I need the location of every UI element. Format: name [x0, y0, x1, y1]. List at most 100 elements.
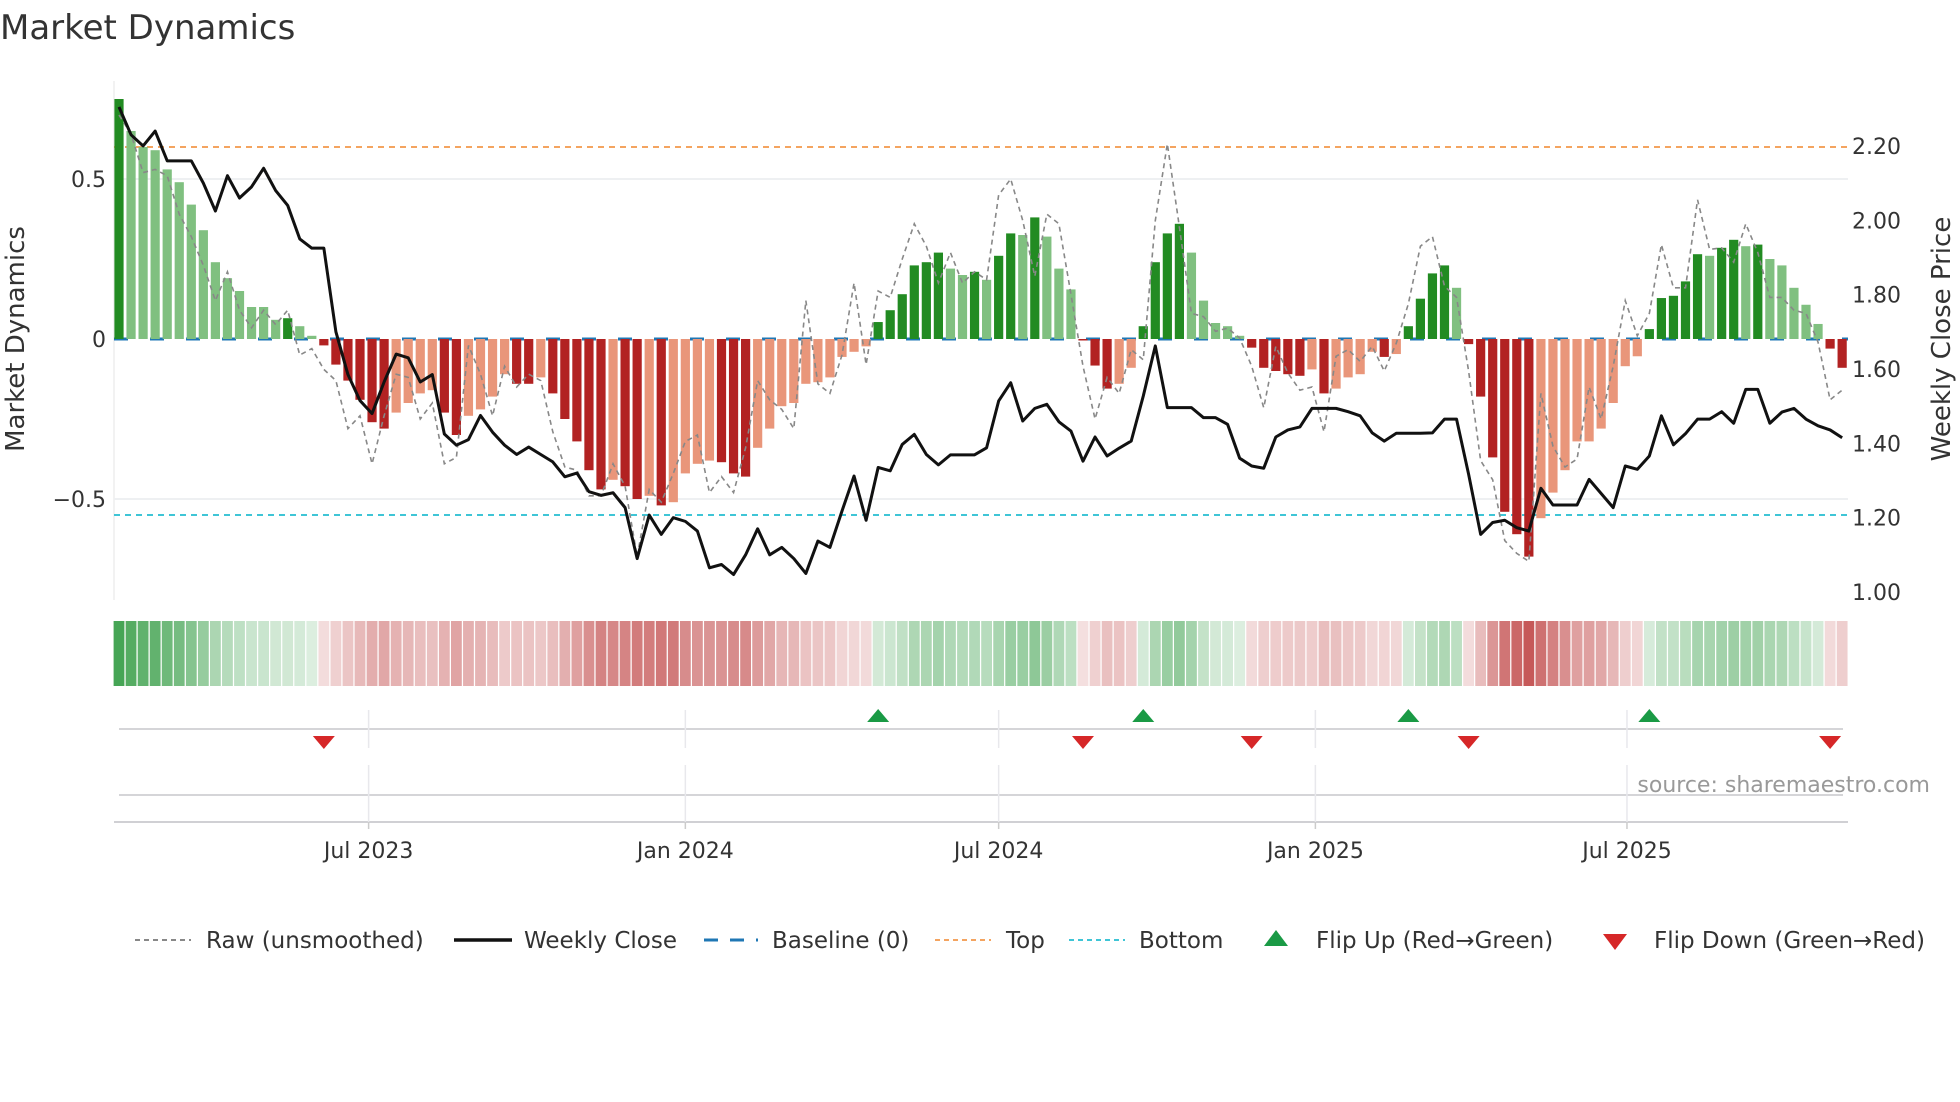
heatmap-cell — [1535, 621, 1547, 686]
heatmap-cell — [137, 621, 149, 686]
bar — [1705, 255, 1715, 339]
heatmap-cell — [1065, 621, 1077, 686]
heatmap-cell — [1258, 621, 1270, 686]
bar — [584, 339, 594, 471]
legend-flip-up-label: Flip Up (Red→Green) — [1316, 928, 1553, 954]
flip-down-triangle-icon — [1603, 934, 1627, 950]
left-axis-label: Market Dynamics — [1, 226, 31, 452]
bar — [704, 339, 715, 461]
regime-heatmap-strip — [113, 621, 1848, 686]
left-tick-label: 0 — [92, 328, 106, 353]
bar — [150, 150, 160, 339]
heatmap-cell — [1499, 621, 1511, 686]
bar — [283, 318, 293, 339]
legend: Raw (unsmoothed) Weekly Close Baseline (… — [135, 928, 1925, 954]
heatmap-cell — [1836, 621, 1848, 686]
heatmap-cell — [1234, 621, 1246, 686]
heatmap-cell — [185, 621, 197, 686]
bar — [1042, 236, 1052, 339]
bar — [548, 339, 558, 394]
heatmap-cell — [1704, 621, 1715, 686]
bar — [186, 204, 196, 339]
close-line — [117, 106, 1843, 577]
heatmap-cell — [812, 621, 824, 686]
heatmap-cell — [595, 621, 607, 686]
legend-baseline-label: Baseline (0) — [772, 928, 909, 954]
bar — [945, 268, 956, 339]
heatmap-cell — [1282, 621, 1294, 686]
bar — [1560, 339, 1570, 471]
bar — [813, 339, 823, 383]
bar — [897, 294, 907, 339]
heatmap-cell — [1378, 621, 1390, 686]
bar — [753, 339, 763, 448]
heatmap-cell — [1595, 621, 1607, 686]
bar — [1162, 233, 1172, 339]
heatmap-cell — [1511, 621, 1523, 686]
heatmap-cell — [1342, 621, 1354, 686]
heatmap-cell — [1198, 621, 1209, 686]
bar — [1656, 298, 1666, 339]
bar — [1030, 217, 1040, 339]
heatmap-cell — [872, 621, 884, 686]
bar — [536, 339, 546, 378]
flip-up-marker — [1638, 709, 1661, 722]
heatmap-cell — [161, 621, 173, 686]
heatmap-cell — [1776, 621, 1788, 686]
bar — [933, 252, 943, 339]
bar — [198, 230, 208, 339]
heatmap-cell — [1451, 621, 1462, 686]
bar — [1717, 247, 1727, 339]
heatmap-cell — [270, 621, 282, 686]
bar — [1114, 339, 1124, 384]
heatmap-cell — [1113, 621, 1125, 686]
heatmap-cell — [1270, 621, 1282, 686]
bar — [608, 339, 618, 480]
bar — [1283, 339, 1293, 375]
heatmap-cell — [547, 621, 559, 686]
heatmap-cell — [1125, 621, 1137, 686]
heatmap-cell — [438, 621, 450, 686]
heatmap-cell — [559, 621, 571, 686]
heatmap-cell — [173, 621, 185, 686]
heatmap-cell — [1077, 621, 1089, 686]
heatmap-cell — [318, 621, 330, 686]
bar — [885, 310, 895, 339]
heatmap-cell — [1210, 621, 1221, 686]
bar — [620, 339, 630, 487]
heatmap-cell — [1668, 621, 1679, 686]
heatmap-cell — [1523, 621, 1535, 686]
right-tick-label: 2.00 — [1852, 209, 1901, 234]
bar — [596, 339, 606, 490]
bar — [1644, 329, 1654, 339]
bar — [969, 271, 980, 339]
heatmap-cell — [354, 621, 366, 686]
heatmap-cell — [957, 621, 968, 686]
flip-down-marker — [1072, 736, 1094, 749]
x-tick-label: Jul 2024 — [952, 839, 1044, 864]
bar — [463, 339, 474, 416]
bar — [560, 339, 570, 419]
bar — [1018, 235, 1028, 339]
flip-up-marker — [1132, 709, 1155, 722]
heatmap-cell — [1149, 621, 1161, 686]
heatmap-cell — [511, 621, 523, 686]
bar — [765, 339, 775, 429]
legend-raw-label: Raw (unsmoothed) — [206, 928, 424, 954]
bar — [1801, 304, 1811, 339]
heatmap-cell — [1005, 621, 1017, 686]
legend-close-label: Weekly Close — [524, 928, 677, 954]
bar — [1632, 339, 1642, 357]
bar — [487, 339, 498, 397]
heatmap-cell — [1475, 621, 1487, 686]
bar — [1198, 300, 1209, 339]
bar — [1620, 339, 1630, 367]
heatmap-cell — [246, 621, 257, 686]
heatmap-cell — [1318, 621, 1330, 686]
bar — [1729, 239, 1739, 339]
bar — [1174, 223, 1184, 339]
bar — [909, 265, 919, 339]
bar — [921, 262, 931, 339]
heatmap-cell — [884, 621, 896, 686]
bar — [1259, 339, 1269, 368]
